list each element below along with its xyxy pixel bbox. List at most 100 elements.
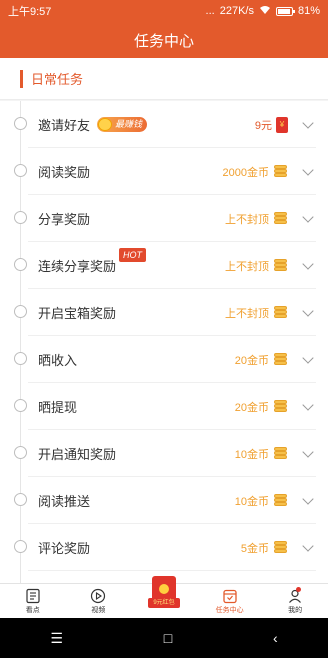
tab-news[interactable]: 看点 — [0, 584, 66, 618]
tab-label: 9元红包 — [147, 598, 180, 608]
task-icon — [222, 589, 237, 603]
task-row-show-withdraw[interactable]: 晒提现 20金币 — [0, 383, 328, 430]
timeline-dot — [14, 352, 27, 365]
task-reward: 20金币 — [235, 399, 288, 415]
coin-stack-icon — [273, 446, 288, 461]
task-row-show-income[interactable]: 晒收入 20金币 — [0, 336, 328, 383]
task-reward: 10金币 — [235, 493, 288, 509]
tab-red-envelope[interactable]: 9元红包 — [131, 576, 197, 618]
task-reward: 5金币 — [241, 540, 288, 556]
task-name: 晒提现 — [38, 400, 78, 415]
task-name: 开启通知奖励 — [38, 447, 117, 462]
chevron-down-icon[interactable] — [302, 492, 314, 505]
coin-stack-icon — [273, 352, 288, 367]
bottom-tab-bar: 看点 视频 9元红包 任务中心 我的 — [0, 576, 328, 618]
task-reward: 上不封顶 — [225, 211, 288, 227]
section-title: 日常任务 — [31, 72, 84, 87]
reward-text: 20金币 — [234, 354, 269, 367]
timeline-dot — [14, 258, 27, 271]
task-name: 晒收入 — [38, 353, 78, 368]
chevron-down-icon[interactable] — [302, 304, 314, 317]
badge-label: 最赚钱 — [115, 119, 143, 129]
article-icon — [26, 588, 40, 603]
task-name: 评论奖励 — [38, 541, 91, 556]
task-name: 分享奖励 — [38, 212, 91, 227]
coin-stack-icon — [273, 164, 288, 179]
task-row-share[interactable]: 分享奖励 上不封顶 — [0, 195, 328, 242]
chevron-down-icon[interactable] — [302, 210, 314, 223]
system-nav-bar: ☰ □ ‹ — [0, 618, 328, 658]
reward-text: 9元 — [254, 119, 272, 132]
wifi-icon — [259, 5, 271, 18]
chevron-down-icon[interactable] — [302, 116, 314, 129]
home-icon[interactable]: □ — [164, 630, 172, 646]
timeline-dot — [14, 117, 27, 130]
status-bar: 上午9:57 ... 227K/s 81% — [0, 0, 328, 22]
task-row-notification[interactable]: 开启通知奖励 10金币 — [0, 430, 328, 477]
battery-icon — [275, 6, 295, 16]
task-reward: 2000金币 — [223, 164, 288, 180]
task-reward: 10金币 — [235, 446, 288, 462]
chevron-down-icon[interactable] — [302, 398, 314, 411]
reward-text: 上不封顶 — [225, 307, 269, 320]
coin-stack-icon — [273, 399, 288, 414]
red-envelope-icon: 9元红包 — [147, 570, 180, 610]
status-time: 上午9:57 — [8, 6, 52, 18]
task-row-continuous-share[interactable]: 连续分享奖励 HOT 上不封顶 — [0, 242, 328, 289]
chevron-down-icon[interactable] — [302, 351, 314, 364]
task-name: 连续分享奖励 — [38, 259, 117, 274]
title-bar: 任务中心 — [0, 22, 328, 58]
red-packet-icon: ¥ — [276, 116, 288, 133]
menu-icon[interactable]: ☰ — [50, 630, 63, 647]
chevron-down-icon[interactable] — [302, 257, 314, 270]
task-row-treasure-box[interactable]: 开启宝箱奖励 上不封顶 — [0, 289, 328, 336]
tab-label: 我的 — [288, 606, 303, 614]
tab-video[interactable]: 视频 — [66, 584, 132, 618]
tab-label: 视频 — [91, 606, 106, 614]
task-row-comment[interactable]: 评论奖励 5金币 — [0, 524, 328, 571]
task-reward: 上不封顶 — [225, 305, 288, 321]
task-list: 邀请好友 最赚钱 9元 ¥ 阅读奖励 2000金币 分享奖励 上不封顶 连续分享… — [0, 101, 328, 583]
tab-profile[interactable]: 我的 — [262, 584, 328, 618]
tab-label: 任务中心 — [215, 606, 244, 614]
hot-badge: HOT — [119, 248, 146, 262]
tab-task-center[interactable]: 任务中心 — [197, 584, 263, 618]
timeline-dot — [14, 446, 27, 459]
coin-stack-icon — [273, 258, 288, 273]
chevron-down-icon[interactable] — [302, 539, 314, 552]
chevron-down-icon[interactable] — [302, 445, 314, 458]
coin-stack-icon — [273, 305, 288, 320]
task-row-push-reading[interactable]: 阅读推送 10金币 — [0, 477, 328, 524]
timeline-dot — [14, 540, 27, 553]
play-icon — [91, 588, 106, 603]
task-name: 邀请好友 — [38, 118, 91, 133]
task-reward: 9元 ¥ — [254, 116, 288, 133]
coin-icon — [98, 118, 112, 131]
task-name: 开启宝箱奖励 — [38, 306, 117, 321]
network-speed: 227K/s — [219, 5, 254, 17]
reward-text: 2000金币 — [222, 166, 269, 179]
section-header: 日常任务 — [0, 58, 328, 100]
coin-stack-icon — [273, 493, 288, 508]
task-row-invite[interactable]: 邀请好友 最赚钱 9元 ¥ — [0, 101, 328, 148]
task-name: 阅读推送 — [38, 494, 91, 509]
reward-text: 上不封顶 — [225, 260, 269, 273]
status-right: ... 227K/s 81% — [206, 5, 320, 18]
status-dots: ... — [205, 5, 215, 17]
back-icon[interactable]: ‹ — [273, 630, 278, 646]
reward-text: 上不封顶 — [225, 213, 269, 226]
task-reward: 20金币 — [235, 352, 288, 368]
section-accent-bar — [20, 69, 23, 88]
timeline-dot — [14, 305, 27, 318]
timeline-dot — [14, 399, 27, 412]
task-row-reading[interactable]: 阅读奖励 2000金币 — [0, 148, 328, 195]
reward-text: 10金币 — [234, 448, 269, 461]
page-title: 任务中心 — [133, 32, 194, 50]
timeline-dot — [14, 164, 27, 177]
most-earning-badge: 最赚钱 — [97, 117, 148, 132]
chevron-down-icon[interactable] — [302, 163, 314, 176]
coin-stack-icon — [273, 540, 288, 555]
tab-label: 看点 — [25, 606, 40, 614]
coin-stack-icon — [273, 211, 288, 226]
battery-percent: 81% — [297, 5, 320, 17]
